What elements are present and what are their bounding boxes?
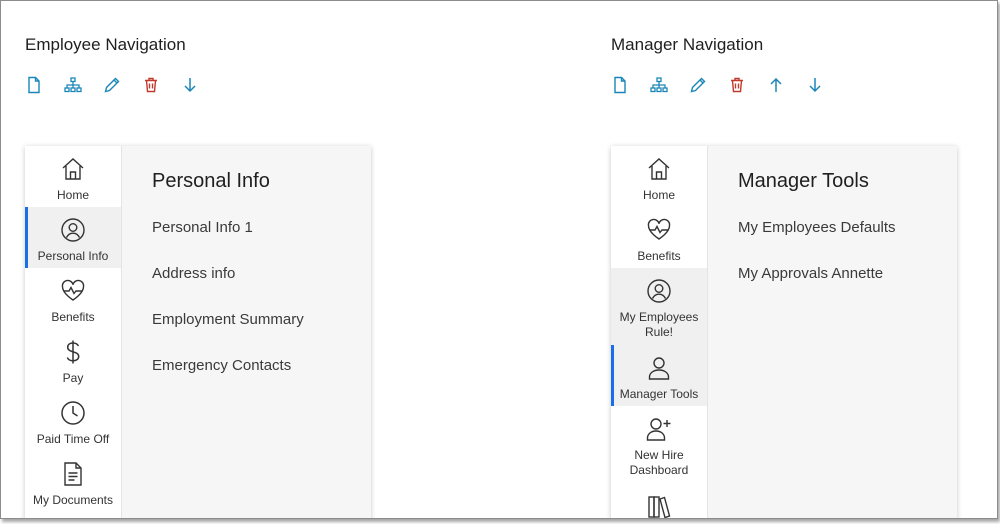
rail-item-my-employees[interactable]: My Employees Rule! (611, 268, 707, 345)
rail-item-benefits[interactable]: Benefits (25, 268, 121, 329)
move-down-button[interactable] (181, 75, 199, 95)
rail-item-pay[interactable]: Pay (25, 329, 121, 390)
manager-nav-rail: Home Benefits My Employees Rule! Manager… (611, 146, 708, 518)
clock-icon (61, 401, 85, 425)
employee-nav-content: Personal Info Personal Info 1 Address in… (152, 170, 304, 403)
rail-item-label: Home (642, 188, 675, 202)
nav-link-personal-info-1[interactable]: Personal Info 1 (152, 219, 304, 265)
new-page-button[interactable] (611, 75, 629, 95)
books-icon (648, 496, 671, 518)
heart-pulse-icon (61, 279, 85, 301)
rail-item-home[interactable]: Home (611, 146, 707, 207)
content-title: Manager Tools (738, 170, 869, 192)
rail-item-label: Home (56, 188, 89, 202)
hierarchy-icon (64, 77, 82, 93)
person-add-icon (646, 418, 671, 441)
edit-button[interactable] (689, 75, 707, 95)
move-down-button[interactable] (806, 75, 824, 95)
employee-navigation-title: Employee Navigation (25, 35, 186, 54)
rail-item-manager-tools[interactable]: Manager Tools (611, 345, 707, 406)
rail-item-label: Personal Info (37, 249, 109, 263)
rail-item-label: Benefits (637, 249, 681, 263)
rail-item-label: My Employees Rule! (619, 310, 699, 339)
edit-button[interactable] (103, 75, 121, 95)
rail-item-paid-time-off[interactable]: Paid Time Off (25, 390, 121, 451)
hierarchy-button[interactable] (650, 75, 668, 95)
employee-nav-rail: Home Personal Info Benefits Pay Paid Tim… (25, 146, 122, 518)
heart-pulse-icon (647, 218, 671, 240)
new-page-button[interactable] (25, 75, 43, 95)
rail-item-new-hire-dashboard[interactable]: New Hire Dashboard (611, 406, 707, 483)
person-icon (648, 357, 670, 380)
arrow-down-icon (184, 78, 196, 93)
nav-link-employment-summary[interactable]: Employment Summary (152, 311, 304, 357)
trash-icon (145, 77, 157, 93)
rail-item-library[interactable] (611, 483, 707, 518)
rail-item-label: Benefits (51, 310, 95, 324)
employee-toolbar (25, 75, 220, 95)
rail-item-my-documents[interactable]: My Documents (25, 451, 121, 512)
arrow-down-icon (809, 78, 821, 93)
move-up-button[interactable] (767, 75, 785, 95)
rail-item-benefits[interactable]: Benefits (611, 207, 707, 268)
nav-link-my-approvals-annette[interactable]: My Approvals Annette (738, 265, 896, 311)
document-icon (64, 462, 82, 486)
dollar-icon (66, 340, 80, 364)
employee-navigation-preview: Home Personal Info Benefits Pay Paid Tim… (25, 146, 371, 518)
active-indicator (25, 207, 28, 268)
hierarchy-button[interactable] (64, 75, 82, 95)
new-page-icon (614, 76, 626, 94)
nav-link-emergency-contacts[interactable]: Emergency Contacts (152, 357, 304, 403)
delete-button[interactable] (142, 75, 160, 95)
rail-item-label: New Hire Dashboard (629, 448, 689, 477)
pencil-icon (690, 77, 706, 93)
nav-link-address-info[interactable]: Address info (152, 265, 304, 311)
arrow-up-icon (770, 77, 782, 92)
app-frame: Employee Navigation Home Personal Info B… (0, 0, 998, 519)
manager-toolbar (611, 75, 845, 95)
manager-navigation-preview: Home Benefits My Employees Rule! Manager… (611, 146, 957, 518)
rail-item-label: Paid Time Off (36, 432, 110, 446)
trash-icon (731, 77, 743, 93)
manager-nav-content: Manager Tools My Employees Defaults My A… (738, 170, 896, 311)
content-title: Personal Info (152, 170, 270, 192)
rail-item-label: My Documents (32, 493, 114, 507)
pencil-icon (104, 77, 120, 93)
user-circle-icon (647, 279, 671, 303)
user-circle-icon (61, 218, 85, 242)
home-icon (648, 158, 670, 180)
manager-navigation-title: Manager Navigation (611, 35, 764, 54)
nav-link-my-employees-defaults[interactable]: My Employees Defaults (738, 219, 896, 265)
active-indicator (611, 345, 614, 406)
new-page-icon (28, 76, 40, 94)
delete-button[interactable] (728, 75, 746, 95)
rail-item-label: Manager Tools (619, 387, 699, 401)
rail-item-label: Pay (62, 371, 84, 385)
home-icon (62, 158, 84, 180)
rail-item-personal-info[interactable]: Personal Info (25, 207, 121, 268)
hierarchy-icon (650, 77, 668, 93)
rail-item-home[interactable]: Home (25, 146, 121, 207)
